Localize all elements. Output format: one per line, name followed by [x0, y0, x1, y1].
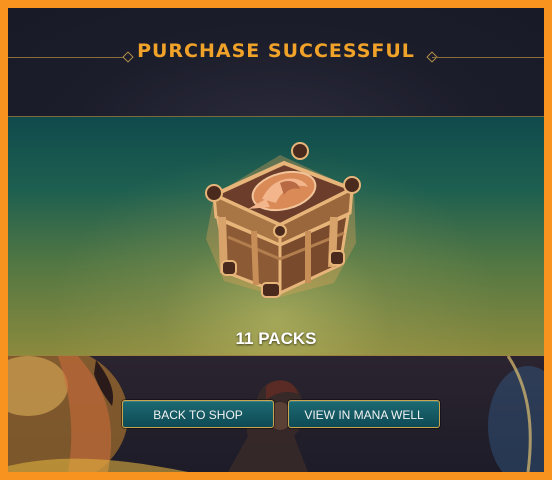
header-divider-right — [432, 57, 544, 58]
background-artwork — [8, 356, 544, 472]
treasure-chest-icon — [205, 142, 361, 298]
back-to-shop-button[interactable]: BACK TO SHOP — [122, 400, 274, 428]
purchase-dialog: PURCHASE SUCCESSFUL 11 PACKS BACK TO SHO… — [8, 8, 544, 472]
reward-panel: 11 PACKS — [8, 116, 544, 356]
dialog-footer: BACK TO SHOP VIEW IN MANA WELL — [8, 356, 544, 472]
page-title: PURCHASE SUCCESSFUL — [137, 40, 415, 62]
dialog-header: PURCHASE SUCCESSFUL — [8, 8, 544, 116]
reward-count-label: 11 PACKS — [235, 329, 317, 348]
view-in-mana-well-button[interactable]: VIEW IN MANA WELL — [288, 400, 440, 428]
